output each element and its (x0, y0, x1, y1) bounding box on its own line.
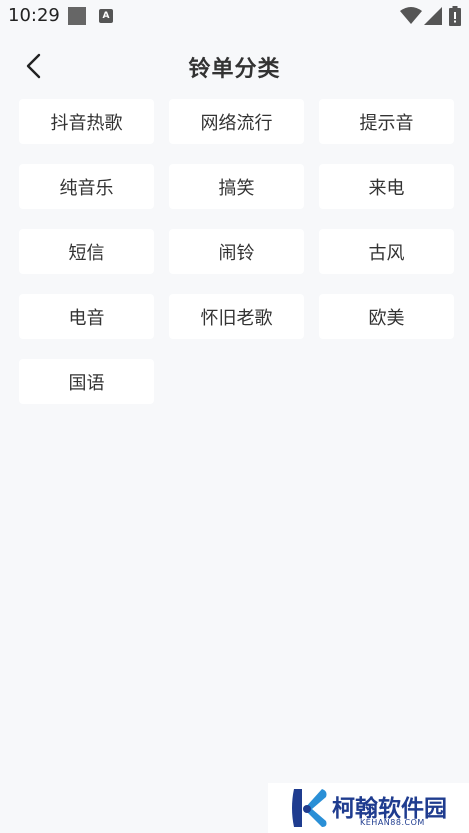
notification-image-icon (68, 7, 86, 25)
category-button[interactable]: 怀旧老歌 (169, 294, 304, 339)
kehan-logo-icon (292, 789, 327, 827)
category-button[interactable]: 古风 (319, 229, 454, 274)
category-button[interactable]: 提示音 (319, 99, 454, 144)
category-button[interactable]: 搞笑 (169, 164, 304, 209)
wifi-icon (400, 7, 422, 24)
category-grid: 抖音热歌 网络流行 提示音 纯音乐 搞笑 来电 短信 闹铃 古风 电音 怀旧老歌… (19, 99, 454, 404)
category-button[interactable]: 欧美 (319, 294, 454, 339)
category-button[interactable]: 来电 (319, 164, 454, 209)
category-button[interactable]: 网络流行 (169, 99, 304, 144)
notification-app-icon: A (99, 9, 113, 23)
category-button[interactable]: 纯音乐 (19, 164, 154, 209)
category-button[interactable]: 电音 (19, 294, 154, 339)
category-button[interactable]: 抖音热歌 (19, 99, 154, 144)
screen: 10:29 A 铃单分类 抖音热歌 网络流行 提示音 纯音乐 搞笑 来电 短信 (0, 0, 469, 833)
category-button[interactable]: 国语 (19, 359, 154, 404)
header: 铃单分类 (0, 40, 469, 90)
page-title: 铃单分类 (188, 57, 281, 82)
battery-icon (449, 6, 461, 26)
signal-icon (424, 7, 442, 25)
status-bar: 10:29 A (0, 0, 469, 32)
watermark: 柯翰软件园 KEHAN88.COM (268, 783, 469, 833)
category-button[interactable]: 短信 (19, 229, 154, 274)
category-button[interactable]: 闹铃 (169, 229, 304, 274)
watermark-domain: KEHAN88.COM (360, 818, 425, 827)
status-time: 10:29 (8, 5, 60, 26)
